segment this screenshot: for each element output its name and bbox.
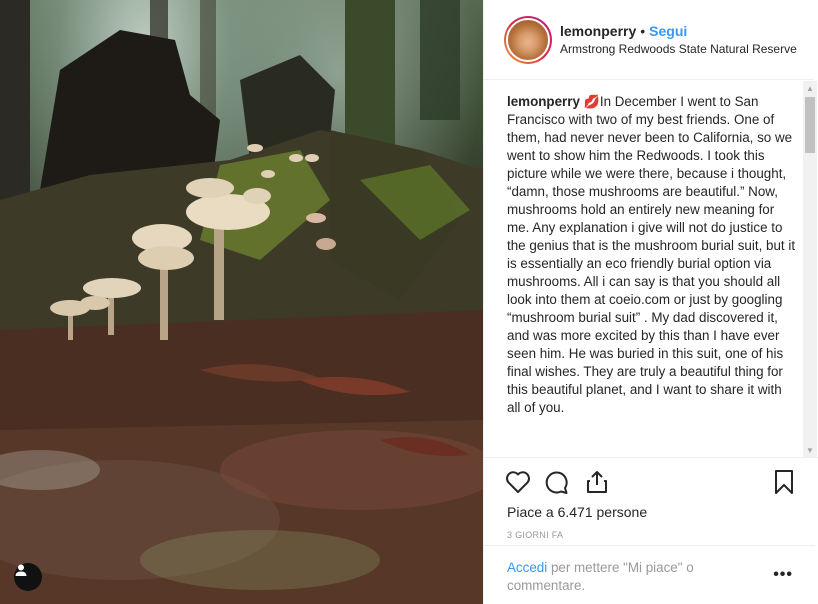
heart-icon[interactable] (504, 468, 532, 496)
caption: lemonperry 💋In December I went to San Fr… (507, 93, 797, 417)
comment-bar: Accedi per mettere "Mi piace" o commenta… (484, 545, 815, 604)
username-link[interactable]: lemonperry (560, 23, 636, 39)
scrollbar-thumb[interactable] (805, 97, 815, 153)
comment-prompt: Accedi per mettere "Mi piace" o commenta… (507, 559, 757, 595)
post-timestamp[interactable]: 3 GIORNI FA (507, 530, 563, 540)
location-link[interactable]: Armstrong Redwoods State Natural Reserve (560, 40, 797, 58)
caption-scroll-area[interactable]: lemonperry 💋In December I went to San Fr… (484, 81, 818, 457)
caption-text: In December I went to San Francisco with… (507, 94, 796, 415)
lips-emoji: 💋 (583, 94, 600, 109)
comment-icon[interactable] (542, 468, 570, 496)
share-icon[interactable] (583, 468, 611, 496)
scroll-up-icon[interactable]: ▲ (803, 81, 817, 95)
post-side-panel: lemonperry • Segui Armstrong Redwoods Stat… (483, 0, 818, 604)
post-actions: Piace a 6.471 persone 3 GIORNI FA (484, 457, 818, 540)
scroll-down-icon[interactable]: ▼ (803, 443, 817, 457)
more-options-icon[interactable]: ••• (773, 566, 793, 584)
mushroom-photo-art (0, 0, 483, 604)
user-icon[interactable] (14, 563, 42, 591)
bookmark-icon[interactable] (770, 468, 798, 496)
login-link[interactable]: Accedi (507, 560, 547, 575)
post-photo[interactable] (0, 0, 483, 604)
separator-dot: • (640, 22, 646, 39)
likes-count[interactable]: Piace a 6.471 persone (507, 504, 647, 520)
caption-username[interactable]: lemonperry (507, 94, 580, 109)
follow-button[interactable]: Segui (649, 23, 687, 39)
post-header: lemonperry • Segui Armstrong Redwoods Stat… (484, 0, 814, 80)
avatar[interactable] (504, 15, 552, 64)
scrollbar[interactable]: ▲ ▼ (803, 81, 817, 457)
